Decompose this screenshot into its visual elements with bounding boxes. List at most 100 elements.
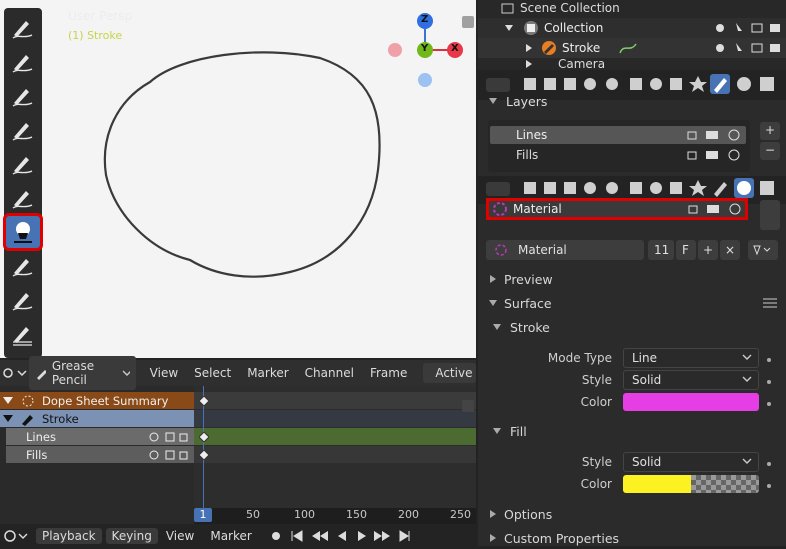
tool-draw-pencil[interactable]: [6, 12, 40, 44]
outliner-stroke[interactable]: Stroke: [478, 38, 786, 58]
collection-visibility-icons[interactable]: [712, 21, 782, 35]
channel-summary[interactable]: Dope Sheet Summary: [0, 392, 194, 409]
stroke-color-swatch[interactable]: [623, 393, 759, 411]
properties-editor[interactable]: Layers Lines Fills + − Material Material…: [478, 72, 786, 546]
channel-lines[interactable]: Lines: [6, 428, 194, 445]
channel-stroke-label: Stroke: [42, 411, 79, 426]
playback-menu[interactable]: Playback: [36, 528, 102, 544]
keyframe-dot[interactable]: [767, 402, 771, 406]
tool-tint[interactable]: [6, 284, 40, 316]
menu-view[interactable]: View: [142, 366, 186, 380]
scene-collection-label: Scene Collection: [520, 1, 620, 15]
keyframe-fills[interactable]: [199, 450, 209, 460]
preview-section-header[interactable]: Preview: [488, 268, 778, 290]
new-material-button[interactable]: +: [698, 240, 718, 260]
keyframe-dot[interactable]: [767, 358, 771, 362]
channel-toggles[interactable]: [146, 431, 192, 443]
draw-pencil-icon: [12, 21, 33, 39]
fill-style-dropdown[interactable]: Solid: [623, 452, 759, 472]
surface-options-icon[interactable]: [762, 296, 778, 310]
outliner-camera[interactable]: Camera: [478, 58, 786, 70]
layer-toggle-icons[interactable]: [684, 128, 744, 142]
mode-dropdown[interactable]: Grease Pencil: [28, 356, 136, 390]
surface-section-header[interactable]: Surface: [488, 292, 778, 314]
add-button[interactable]: [462, 400, 474, 412]
tool-cutter[interactable]: [6, 318, 40, 350]
tool-draw-ink[interactable]: [6, 46, 40, 78]
layer-toggle-icons[interactable]: [684, 148, 744, 162]
channel-stroke[interactable]: Stroke: [0, 410, 194, 427]
fill-section-header[interactable]: Fill: [492, 420, 782, 442]
keyframe-dot[interactable]: [767, 462, 771, 466]
material-slot-side-buttons[interactable]: [760, 200, 780, 230]
stroke-section-header[interactable]: Stroke: [492, 316, 782, 338]
dope-sheet-editor[interactable]: Grease Pencil View Select Marker Channel…: [0, 356, 476, 524]
expand-triangle-icon: [493, 324, 501, 330]
dope-sheet-header: Grease Pencil View Select Marker Channel…: [0, 356, 476, 390]
stroke-style-dropdown[interactable]: Solid: [623, 370, 759, 390]
keyframe-summary[interactable]: [199, 396, 209, 406]
tool-erase[interactable]: [6, 250, 40, 282]
material-name-label: Material: [518, 243, 567, 257]
layers-section-header[interactable]: Layers: [488, 90, 778, 112]
mode-type-dropdown[interactable]: Line: [623, 348, 759, 368]
add-layer-button[interactable]: +: [760, 122, 780, 140]
material-slot-list[interactable]: Material: [486, 198, 748, 220]
keying-menu[interactable]: Keying: [105, 528, 158, 544]
expand-triangle-icon: [3, 396, 13, 404]
fill-color-opaque: [623, 475, 691, 493]
node-icon: [753, 245, 771, 256]
layer-item-fills[interactable]: Fills: [490, 146, 746, 164]
outliner-scene-collection[interactable]: Scene Collection: [478, 0, 786, 18]
menu-select[interactable]: Select: [186, 366, 239, 380]
mode-type-label: Mode Type: [547, 351, 612, 365]
keyframe-dot[interactable]: [767, 380, 771, 384]
material-name-field[interactable]: Material: [486, 240, 644, 260]
tool-draw-airbrush[interactable]: [6, 182, 40, 214]
channel-fills[interactable]: Fills: [6, 446, 194, 463]
menu-frame[interactable]: Frame: [362, 366, 415, 380]
playback-label: Playback: [42, 529, 96, 543]
gizmo-z-label: Z: [421, 14, 429, 25]
keyframe-dot[interactable]: [767, 484, 771, 488]
material-slot-item[interactable]: Material: [489, 201, 745, 217]
layer-item-lines[interactable]: Lines: [490, 126, 746, 144]
outliner-collection[interactable]: Collection: [478, 18, 786, 38]
options-section-header[interactable]: Options: [488, 503, 778, 525]
menu-view-bottom[interactable]: View: [158, 529, 202, 543]
gizmo-y-label: Y: [421, 43, 429, 54]
draw-chisel-icon: [12, 157, 33, 175]
channel-lines-label: Lines: [26, 429, 56, 444]
tool-draw-marker[interactable]: [6, 114, 40, 146]
outliner[interactable]: Scene Collection Collection Stroke Camer…: [478, 0, 786, 70]
remove-layer-button[interactable]: −: [760, 142, 780, 160]
keyframe-area[interactable]: [194, 386, 476, 508]
tool-fill-bucket[interactable]: [3, 213, 43, 251]
sidebar-toggle[interactable]: [462, 16, 474, 28]
stroke-visibility-icons[interactable]: [712, 41, 782, 55]
tool-draw-chisel[interactable]: [6, 148, 40, 180]
menu-channel[interactable]: Channel: [297, 366, 362, 380]
fill-color-swatch[interactable]: [623, 475, 759, 493]
frame-ruler[interactable]: 1 50 100 150 200 250: [194, 508, 476, 524]
material-icon: [495, 244, 507, 256]
current-frame-indicator[interactable]: 1: [194, 508, 212, 522]
menu-marker[interactable]: Marker: [239, 366, 296, 380]
unlink-material-button[interactable]: ×: [720, 240, 740, 260]
fake-user-button[interactable]: F: [676, 240, 696, 260]
channel-summary-label: Dope Sheet Summary: [42, 393, 169, 408]
playback-controls[interactable]: [268, 528, 428, 544]
keyframe-lines[interactable]: [199, 432, 209, 442]
channel-toggles[interactable]: [146, 449, 192, 461]
editor-type-button[interactable]: [0, 366, 29, 380]
menu-marker-bottom[interactable]: Marker: [202, 529, 259, 543]
node-menu-button[interactable]: [748, 240, 778, 260]
material-users-count[interactable]: 11: [648, 240, 674, 260]
expand-triangle-icon: [489, 98, 497, 104]
editor-type-icon[interactable]: [2, 528, 32, 544]
tool-draw-pen[interactable]: [6, 80, 40, 112]
layers-list[interactable]: Lines Fills: [488, 120, 750, 172]
active-layer-dropdown[interactable]: Active: [423, 363, 476, 383]
3d-viewport[interactable]: User Persp (1) Stroke Z Y X: [0, 0, 476, 358]
material-toggle-icons[interactable]: [685, 202, 745, 216]
